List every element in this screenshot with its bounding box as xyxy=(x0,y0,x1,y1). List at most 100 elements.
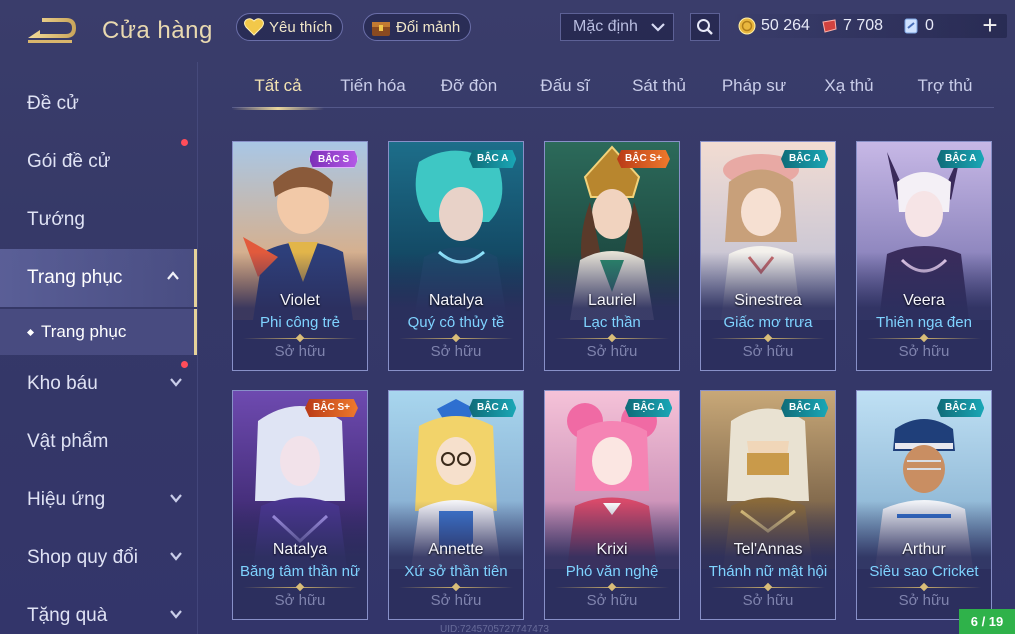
skin-name: Phi công trẻ xyxy=(259,314,341,331)
skin-card[interactable]: BẬC A Krixi Phó văn nghệ Sở hữu xyxy=(544,390,680,620)
tab-tank[interactable]: Đỡ đòn xyxy=(424,76,514,106)
tier-badge: BẬC S+ xyxy=(305,399,358,417)
page-indicator: 6 / 19 xyxy=(959,609,1015,634)
exchange-label: Đổi mảnh xyxy=(396,18,461,36)
sidebar-item-featured-bundles[interactable]: Gói đề cử xyxy=(0,133,197,191)
back-button[interactable] xyxy=(26,16,80,46)
hero-name: Lauriel xyxy=(587,292,637,309)
tier-badge: BẬC S xyxy=(309,150,359,168)
tier-badge: BẬC A xyxy=(781,399,829,417)
tab-assassin[interactable]: Sát thủ xyxy=(614,76,704,106)
sidebar-item-heroes[interactable]: Tướng xyxy=(0,191,197,249)
card-separator xyxy=(399,338,513,339)
active-tab-indicator xyxy=(232,107,324,110)
card-separator xyxy=(711,587,825,588)
card-separator xyxy=(555,587,669,588)
voucher-balance: 0 xyxy=(902,13,934,39)
card-separator xyxy=(243,338,357,339)
sidebar-item-featured[interactable]: Đề cử xyxy=(0,75,197,133)
skin-card[interactable]: BẬC S+ Lauriel Lạc thần Sở hữu xyxy=(544,141,680,371)
card-fade xyxy=(233,252,367,322)
sidebar-item-treasure[interactable]: Kho báu xyxy=(0,355,197,413)
favorites-label: Yêu thích xyxy=(269,18,333,36)
sidebar-item-label: Shop quy đổi xyxy=(27,547,138,568)
voucher-icon xyxy=(904,18,918,34)
card-fade xyxy=(389,501,523,571)
shop-screen: Cửa hàng Yêu thích Đổi mảnh Mặc định 50 … xyxy=(0,0,1015,634)
owned-status: Sở hữu xyxy=(586,592,638,609)
card-separator xyxy=(711,338,825,339)
skin-name: Băng tâm thần nữ xyxy=(239,563,361,580)
skin-card[interactable]: BẬC A Natalya Quý cô thủy tề Sở hữu xyxy=(388,141,524,371)
sidebar-subitem-skins[interactable]: Trang phục xyxy=(0,309,197,355)
tab-mage[interactable]: Pháp sư xyxy=(709,76,799,106)
tab-marksman[interactable]: Xạ thủ xyxy=(804,76,894,106)
voucher-value: 0 xyxy=(925,17,934,34)
sidebar-item-skins[interactable]: Trang phục xyxy=(0,249,197,307)
hero-name: Arthur xyxy=(902,541,946,558)
skin-name: Giấc mơ trưa xyxy=(723,314,813,331)
sidebar: Đề cử Gói đề cử Tướng Trang phục Trang p… xyxy=(0,62,197,634)
add-currency-button[interactable]: + xyxy=(978,11,1002,39)
owned-status: Sở hữu xyxy=(586,343,638,360)
owned-status: Sở hữu xyxy=(742,592,794,609)
sidebar-item-items[interactable]: Vật phẩm xyxy=(0,413,197,471)
notification-dot xyxy=(181,361,188,368)
notification-dot xyxy=(181,139,188,146)
heart-icon xyxy=(243,16,265,38)
skin-name: Quý cô thủy tề xyxy=(407,314,505,331)
skin-name: Phó văn nghệ xyxy=(565,563,659,580)
favorites-button[interactable]: Yêu thích xyxy=(236,13,344,41)
hero-name: Krixi xyxy=(596,541,628,558)
tab-all[interactable]: Tất cả xyxy=(232,76,324,110)
sidebar-item-gifts[interactable]: Tặng quà xyxy=(0,587,197,634)
card-fade xyxy=(545,252,679,322)
owned-status: Sở hữu xyxy=(898,343,950,360)
skin-card[interactable]: BẬC A Annette Xứ sở thần tiên Sở hữu xyxy=(388,390,524,620)
chevron-down-icon xyxy=(170,494,182,503)
tier-badge: BẬC A xyxy=(781,150,829,168)
hero-name: Violet xyxy=(280,292,320,309)
sort-dropdown[interactable]: Mặc định xyxy=(560,13,674,41)
search-icon xyxy=(697,19,713,35)
card-fade xyxy=(233,501,367,571)
skin-card[interactable]: BẬC A Veera Thiên nga đen Sở hữu xyxy=(856,141,992,371)
sidebar-item-label: Gói đề cử xyxy=(27,151,111,172)
sidebar-item-effects[interactable]: Hiệu ứng xyxy=(0,471,197,529)
sidebar-subitem-label: Trang phục xyxy=(41,322,127,341)
skin-card[interactable]: BẬC A Sinestrea Giấc mơ trưa Sở hữu xyxy=(700,141,836,371)
skin-grid: BẬC S Violet Phi công trẻ Sở hữu BẬC A N… xyxy=(232,141,994,634)
hero-name: Veera xyxy=(903,292,945,309)
uid-watermark: UID:7245705727747473 xyxy=(440,624,549,634)
card-separator xyxy=(867,587,981,588)
page-title: Cửa hàng xyxy=(102,17,213,44)
tab-evolution[interactable]: Tiến hóa xyxy=(328,76,418,106)
gold-balance: 50 264 xyxy=(738,13,810,39)
sidebar-divider xyxy=(197,62,198,634)
skin-card[interactable]: BẬC A Arthur Siêu sao Cricket Sở hữu xyxy=(856,390,992,620)
tier-badge: BẬC A xyxy=(625,399,673,417)
owned-status: Sở hữu xyxy=(742,343,794,360)
tab-support[interactable]: Trợ thủ xyxy=(900,76,990,106)
skin-card[interactable]: BẬC S Violet Phi công trẻ Sở hữu xyxy=(232,141,368,371)
sidebar-item-label: Đề cử xyxy=(27,93,79,114)
card-fade xyxy=(857,252,991,322)
hero-name: Tel'Annas xyxy=(733,541,803,558)
skin-card[interactable]: BẬC S+ Natalya Băng tâm thần nữ Sở hữu xyxy=(232,390,368,620)
exchange-fragments-button[interactable]: Đổi mảnh xyxy=(363,13,472,41)
ruby-icon xyxy=(822,19,837,33)
owned-status: Sở hữu xyxy=(430,343,482,360)
bullet-icon xyxy=(26,328,35,336)
tab-fighter[interactable]: Đấu sĩ xyxy=(520,76,610,106)
sidebar-item-label: Trang phục xyxy=(27,267,123,288)
chevron-down-icon xyxy=(170,378,182,387)
skin-card[interactable]: BẬC A Tel'Annas Thánh nữ mật hội Sở hữu xyxy=(700,390,836,620)
card-fade xyxy=(701,501,835,571)
sidebar-item-exchange-shop[interactable]: Shop quy đổi xyxy=(0,529,197,587)
sort-value: Mặc định xyxy=(573,18,638,35)
card-separator xyxy=(243,587,357,588)
card-separator xyxy=(399,587,513,588)
search-button[interactable] xyxy=(690,13,720,41)
skin-name: Xứ sở thần tiên xyxy=(404,563,508,580)
gold-value: 50 264 xyxy=(761,17,810,34)
